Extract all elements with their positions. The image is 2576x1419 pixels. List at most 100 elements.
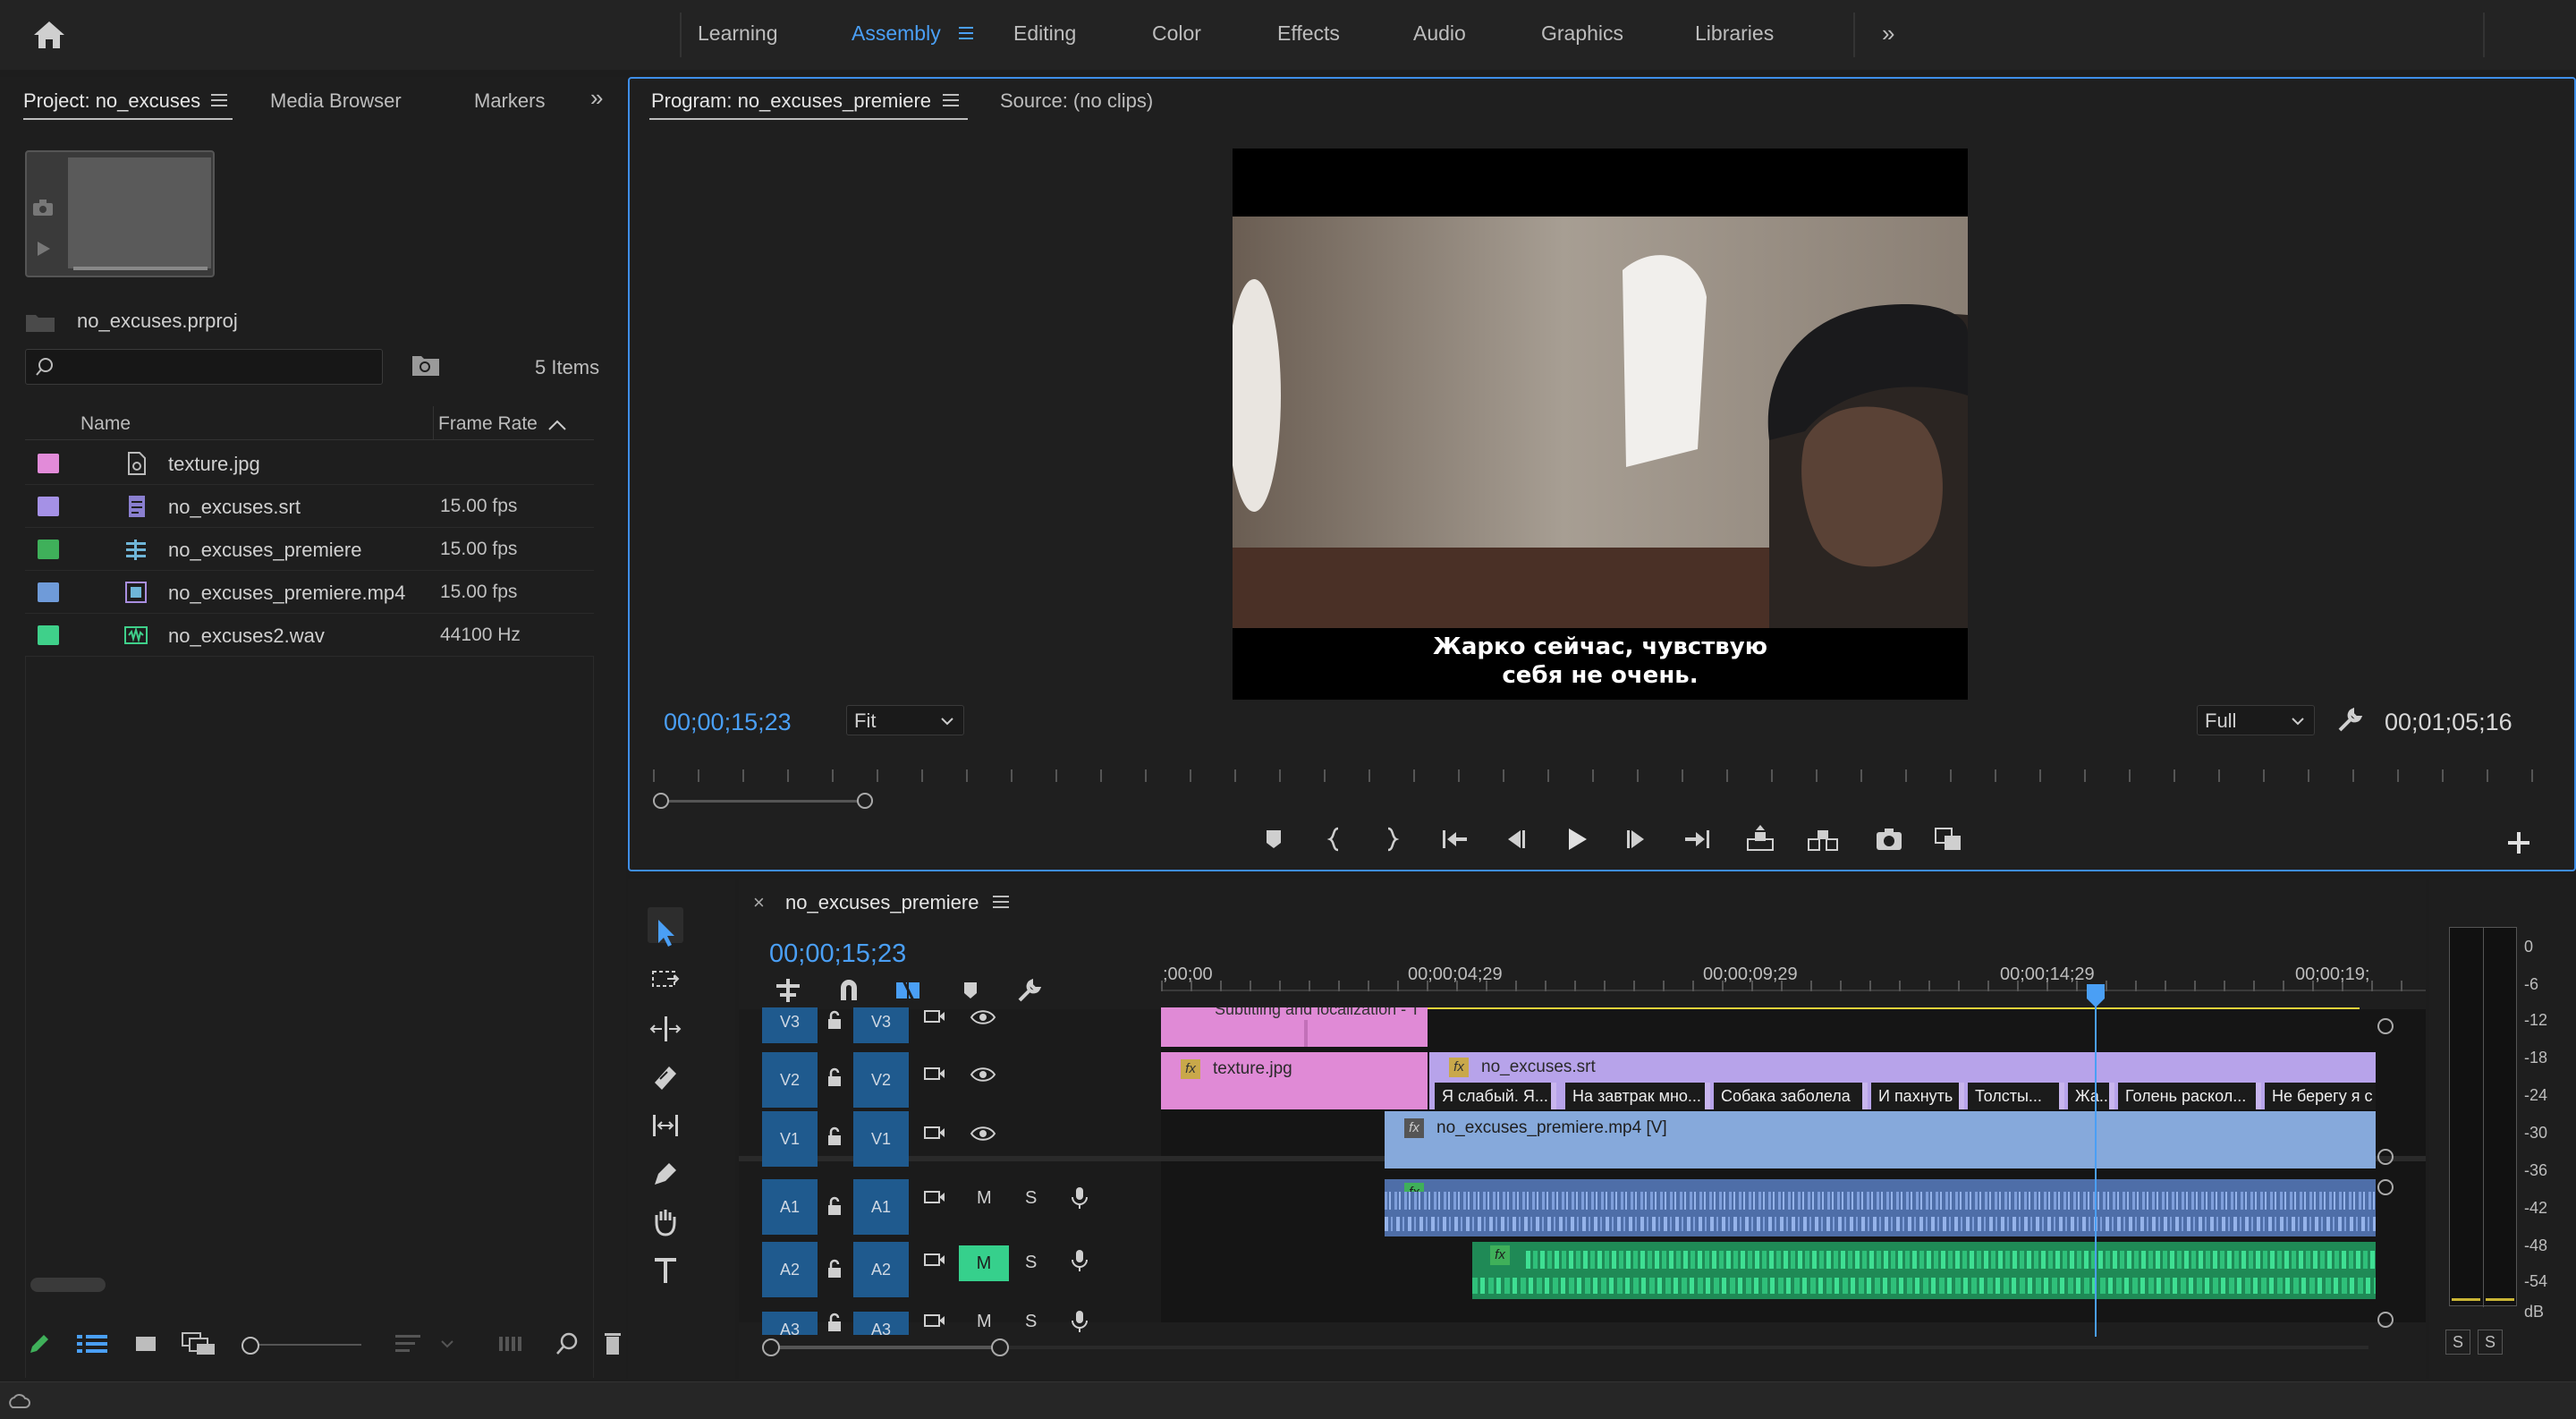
sort-ascending-icon[interactable] <box>547 419 567 431</box>
step-forward-icon[interactable] <box>1621 823 1653 855</box>
zoom-bar-start-handle[interactable] <box>762 1338 780 1356</box>
video-clip[interactable]: fx no_excuses_premiere.mp4 [V] <box>1385 1111 2376 1168</box>
slip-tool-icon[interactable] <box>648 1108 683 1143</box>
label-color-swatch[interactable] <box>38 540 59 559</box>
srt-caption-clip[interactable]: fx no_excuses.srt Я слабый. Я... На завт… <box>1429 1052 2376 1109</box>
tab-media-browser[interactable]: Media Browser <box>270 89 402 113</box>
mute-a2-button-active[interactable]: M <box>959 1245 1009 1281</box>
pencil-icon[interactable] <box>27 1331 52 1356</box>
workspace-tab-assembly[interactable]: Assembly <box>852 21 941 46</box>
source-patch-a1[interactable]: A1 <box>762 1179 818 1235</box>
playhead-timecode[interactable]: 00;00;15;23 <box>664 709 792 736</box>
microphone-icon[interactable] <box>1066 1185 1093 1211</box>
lock-icon[interactable] <box>821 1310 848 1337</box>
ripple-edit-tool-icon[interactable] <box>648 1011 683 1047</box>
monitor-zoom-bar[interactable] <box>653 793 2558 809</box>
subtitle-segment[interactable]: На завтрак мно... <box>1565 1083 1710 1109</box>
subtitle-segment[interactable]: Толсты... <box>1968 1083 2064 1109</box>
find-bin-icon[interactable] <box>411 353 440 378</box>
subtitle-segment[interactable]: И пахнуть <box>1871 1083 1964 1109</box>
subtitle-segment[interactable]: Не берегу я с <box>2265 1083 2376 1109</box>
lift-icon[interactable] <box>1744 823 1776 855</box>
subtitle-segment[interactable]: Жа... <box>2068 1083 2114 1109</box>
source-patch-v2[interactable]: V2 <box>762 1052 818 1108</box>
subtitle-segment[interactable]: Собака заболела <box>1714 1083 1868 1109</box>
add-marker-icon[interactable] <box>1258 823 1290 855</box>
sync-lock-icon[interactable] <box>921 1185 948 1211</box>
sync-lock-icon[interactable] <box>921 1308 948 1335</box>
track-target-a2[interactable]: A2 <box>853 1242 909 1297</box>
solo-a3-button[interactable]: S <box>1025 1312 1037 1332</box>
v3-clip[interactable]: Subtitling and localization - T <box>1161 1007 1428 1047</box>
panel-menu-icon[interactable] <box>993 895 1009 909</box>
hand-tool-icon[interactable] <box>648 1204 683 1240</box>
zoom-bar-end-handle[interactable] <box>857 793 873 809</box>
track-target-a3[interactable]: A3 <box>853 1312 909 1338</box>
track-height-handle[interactable] <box>2377 1312 2394 1328</box>
lock-icon[interactable] <box>821 1065 848 1092</box>
source-patch-v3[interactable]: V3 <box>762 1007 818 1043</box>
sync-lock-icon[interactable] <box>921 1061 948 1088</box>
lock-icon[interactable] <box>821 1007 848 1034</box>
export-frame-camera-icon[interactable] <box>1873 823 1905 855</box>
sync-lock-icon[interactable] <box>921 1120 948 1147</box>
workspace-tab-libraries[interactable]: Libraries <box>1695 21 1774 46</box>
project-item-texture[interactable]: texture.jpg <box>25 442 594 485</box>
extract-icon[interactable] <box>1807 823 1839 855</box>
workspace-menu-icon[interactable] <box>957 23 975 43</box>
pen-tool-icon[interactable] <box>648 1156 683 1192</box>
subtitle-segment[interactable]: Голень раскол... <box>2118 1083 2261 1109</box>
project-thumbnail[interactable] <box>25 150 215 277</box>
track-target-v1[interactable]: V1 <box>853 1111 909 1167</box>
solo-a2-button[interactable]: S <box>1025 1253 1037 1273</box>
track-height-handle[interactable] <box>2377 1018 2394 1034</box>
subtitle-segment[interactable]: Я слабый. Я... <box>1435 1083 1556 1109</box>
step-back-icon[interactable] <box>1499 823 1531 855</box>
tab-source[interactable]: Source: (no clips) <box>1000 89 1153 113</box>
button-editor-plus-icon[interactable] <box>2503 827 2535 859</box>
timeline-timecode[interactable]: 00;00;15;23 <box>769 939 906 969</box>
comparison-view-icon[interactable] <box>1932 823 1964 855</box>
tab-program[interactable]: Program: no_excuses_premiere <box>651 89 931 113</box>
source-patch-a2[interactable]: A2 <box>762 1242 818 1297</box>
workspace-tab-editing[interactable]: Editing <box>1013 21 1076 46</box>
zoom-bar-end-handle[interactable] <box>991 1338 1009 1356</box>
sync-lock-icon[interactable] <box>921 1247 948 1274</box>
sync-lock-icon[interactable] <box>921 1004 948 1031</box>
eye-icon[interactable] <box>970 1120 996 1147</box>
timeline-zoom-bar[interactable] <box>762 1337 2377 1358</box>
trash-icon[interactable] <box>605 1331 621 1356</box>
horizontal-scrollbar[interactable] <box>30 1278 106 1292</box>
track-target-a1[interactable]: A1 <box>853 1179 909 1235</box>
play-icon[interactable] <box>1560 823 1592 855</box>
track-height-handle[interactable] <box>2377 1149 2394 1165</box>
tab-project[interactable]: Project: no_excuses <box>23 89 200 113</box>
track-target-v3[interactable]: V3 <box>853 1007 909 1043</box>
close-sequence-icon[interactable]: × <box>753 891 765 914</box>
workspace-tab-effects[interactable]: Effects <box>1277 21 1340 46</box>
label-color-swatch[interactable] <box>38 625 59 645</box>
workspace-tab-audio[interactable]: Audio <box>1413 21 1466 46</box>
microphone-icon[interactable] <box>1066 1308 1093 1335</box>
go-to-out-icon[interactable] <box>1682 823 1714 855</box>
go-to-in-icon[interactable] <box>1438 823 1470 855</box>
audio-clip-a1[interactable]: fx <box>1385 1179 2376 1236</box>
zoom-slider[interactable] <box>242 1335 361 1356</box>
panel-menu-icon[interactable] <box>211 93 227 107</box>
settings-wrench-icon[interactable] <box>2336 707 2363 734</box>
panel-overflow-icon[interactable]: » <box>590 84 603 112</box>
zoom-bar-start-handle[interactable] <box>653 793 669 809</box>
project-item-srt[interactable]: no_excuses.srt 15.00 fps <box>25 485 594 528</box>
track-target-v2[interactable]: V2 <box>853 1052 909 1108</box>
find-icon[interactable] <box>555 1331 580 1356</box>
label-color-swatch[interactable] <box>38 454 59 473</box>
workspace-tab-color[interactable]: Color <box>1152 21 1201 46</box>
razor-tool-icon[interactable] <box>648 1059 683 1095</box>
timeline-settings-wrench-icon[interactable] <box>1016 977 1043 1004</box>
lock-icon[interactable] <box>821 1124 848 1151</box>
search-input[interactable] <box>25 349 383 385</box>
solo-right-button[interactable]: S <box>2478 1330 2503 1355</box>
home-icon[interactable] <box>32 20 66 50</box>
mute-a1-button[interactable]: M <box>977 1188 992 1209</box>
creative-cloud-icon[interactable] <box>7 1391 30 1413</box>
